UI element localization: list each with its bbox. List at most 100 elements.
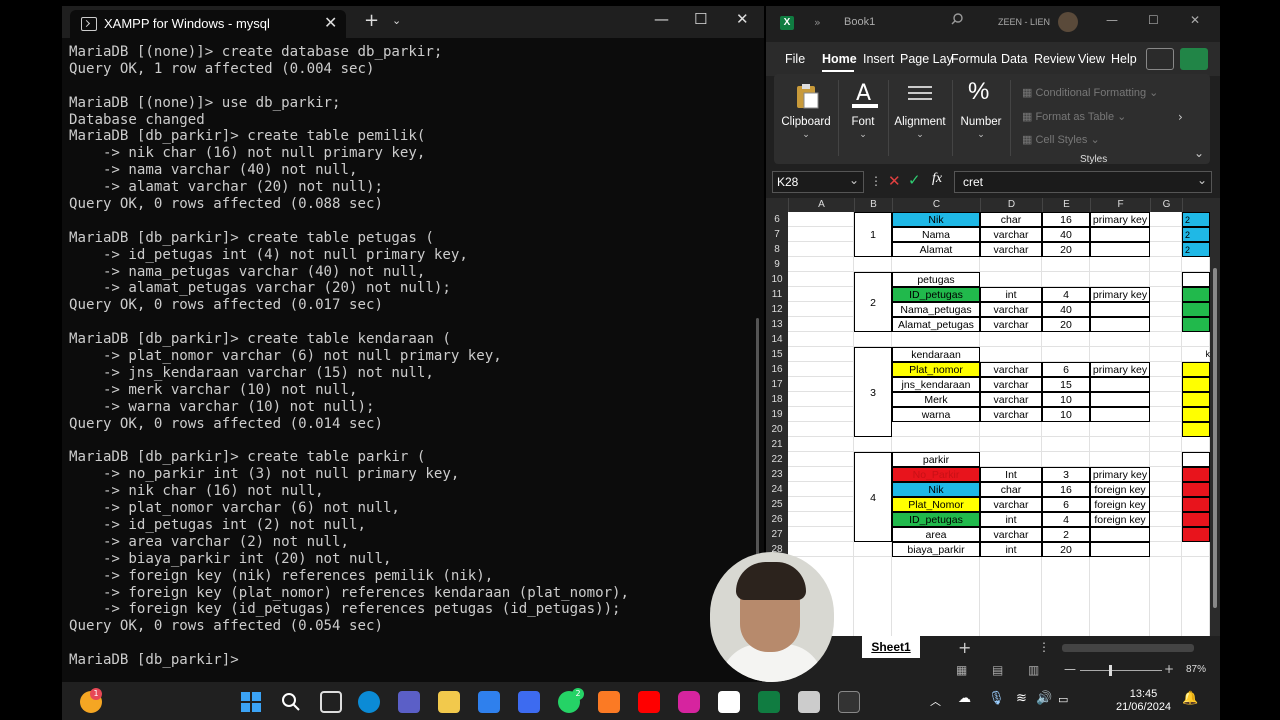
avatar[interactable] bbox=[1058, 12, 1078, 32]
partial-cell[interactable] bbox=[1182, 452, 1210, 467]
share-button[interactable] bbox=[1180, 48, 1208, 70]
close-tab-icon[interactable]: ✕ bbox=[324, 13, 337, 32]
partial-cell[interactable] bbox=[1182, 272, 1210, 287]
partial-cell[interactable] bbox=[1182, 302, 1210, 317]
zoom-in-button[interactable]: + bbox=[1164, 662, 1174, 676]
wifi-icon[interactable]: ≋ bbox=[1016, 691, 1027, 706]
partial-cell[interactable] bbox=[1182, 317, 1210, 332]
close-button[interactable]: ✕ bbox=[736, 10, 749, 28]
more-options-icon[interactable]: ⋮ bbox=[1038, 640, 1050, 654]
horizontal-scrollbar[interactable] bbox=[1062, 644, 1194, 652]
volume-icon[interactable]: 🔊 bbox=[1036, 691, 1052, 706]
row-header[interactable]: 17 bbox=[766, 377, 788, 392]
conditional-formatting-button[interactable]: ▦ Conditional Formatting ⌄ bbox=[1022, 86, 1158, 99]
table-cell[interactable]: Int bbox=[980, 467, 1042, 482]
column-header-c[interactable]: C bbox=[892, 198, 980, 212]
table-cell[interactable]: 15 bbox=[1042, 377, 1090, 392]
normal-view-icon[interactable]: ▦ bbox=[956, 663, 967, 677]
ribbon-scroll-right-icon[interactable]: › bbox=[1178, 110, 1183, 124]
table-cell[interactable] bbox=[1090, 227, 1150, 242]
table-cell[interactable]: int bbox=[980, 287, 1042, 302]
row-header[interactable]: 22 bbox=[766, 452, 788, 467]
partial-cell[interactable] bbox=[1182, 527, 1210, 542]
search-icon[interactable] bbox=[950, 12, 964, 26]
partial-cell[interactable] bbox=[1182, 467, 1210, 482]
table-cell[interactable]: 20 bbox=[1042, 542, 1090, 557]
terminal-tab[interactable]: XAMPP for Windows - mysql ✕ bbox=[70, 10, 346, 38]
column-header-b[interactable]: B bbox=[854, 198, 892, 212]
enter-icon[interactable]: ✓ bbox=[908, 171, 921, 189]
excel-icon[interactable] bbox=[758, 691, 780, 713]
maximize-button[interactable]: ☐ bbox=[694, 10, 707, 28]
table-cell[interactable]: varchar bbox=[980, 227, 1042, 242]
table-cell[interactable] bbox=[1090, 242, 1150, 257]
youtube-icon[interactable] bbox=[638, 691, 660, 713]
table-cell[interactable]: char bbox=[980, 212, 1042, 227]
table-cell[interactable]: primary key bbox=[1090, 362, 1150, 377]
terminal-icon[interactable] bbox=[838, 691, 860, 713]
partial-cell[interactable]: 2 bbox=[1182, 212, 1210, 227]
add-sheet-button[interactable]: + bbox=[958, 638, 971, 657]
row-header[interactable]: 16 bbox=[766, 362, 788, 377]
row-header[interactable]: 10 bbox=[766, 272, 788, 287]
column-header-f[interactable]: F bbox=[1090, 198, 1150, 212]
partial-cell[interactable] bbox=[1182, 392, 1210, 407]
row-header[interactable]: 18 bbox=[766, 392, 788, 407]
group-number[interactable]: 4 bbox=[854, 452, 892, 542]
table-cell[interactable] bbox=[1090, 317, 1150, 332]
table-cell[interactable]: Nik bbox=[892, 212, 980, 227]
row-header[interactable]: 23 bbox=[766, 467, 788, 482]
tab-help[interactable]: Help bbox=[1111, 52, 1137, 66]
start-icon[interactable] bbox=[240, 691, 262, 713]
clipboard-group[interactable]: Clipboard ⌄ bbox=[774, 74, 838, 164]
microphone-icon[interactable]: 🎙 bbox=[988, 691, 1005, 706]
partial-cell[interactable] bbox=[1182, 377, 1210, 392]
format-as-table-button[interactable]: ▦ Format as Table ⌄ bbox=[1022, 110, 1126, 123]
table-cell[interactable]: primary key bbox=[1090, 212, 1150, 227]
corner-select[interactable] bbox=[766, 198, 788, 212]
table-cell[interactable]: Nama bbox=[892, 227, 980, 242]
alignment-group[interactable]: Alignment ⌄ bbox=[890, 74, 950, 164]
column-header-e[interactable]: E bbox=[1042, 198, 1090, 212]
comments-button[interactable] bbox=[1146, 48, 1174, 70]
table-title[interactable]: parkir bbox=[892, 452, 980, 467]
edge-icon[interactable] bbox=[358, 691, 380, 713]
column-header-g[interactable]: G bbox=[1150, 198, 1182, 212]
table-cell[interactable]: Nama_petugas bbox=[892, 302, 980, 317]
column-header-h[interactable] bbox=[1182, 198, 1210, 212]
excel-window[interactable]: X » Book1 ZEEN - LIEN — ☐ ✕ File Home In… bbox=[766, 6, 1220, 682]
table-cell[interactable]: varchar bbox=[980, 497, 1042, 512]
row-header[interactable]: 25 bbox=[766, 497, 788, 512]
table-cell[interactable]: 10 bbox=[1042, 392, 1090, 407]
table-cell[interactable]: 2 bbox=[1042, 527, 1090, 542]
row-header[interactable]: 12 bbox=[766, 302, 788, 317]
tab-review[interactable]: Review bbox=[1034, 52, 1075, 66]
table-cell[interactable]: varchar bbox=[980, 392, 1042, 407]
row-header[interactable]: 14 bbox=[766, 332, 788, 347]
table-cell[interactable]: warna bbox=[892, 407, 980, 422]
row-header[interactable]: 24 bbox=[766, 482, 788, 497]
table-cell[interactable]: 3 bbox=[1042, 467, 1090, 482]
task-view-icon[interactable] bbox=[320, 691, 342, 713]
scroll-thumb[interactable] bbox=[1213, 268, 1217, 608]
tab-home[interactable]: Home bbox=[822, 52, 857, 66]
name-box[interactable]: K28 ⌄ bbox=[772, 171, 864, 193]
table-cell[interactable]: Merk bbox=[892, 392, 980, 407]
table-cell[interactable]: No_Parkir bbox=[892, 467, 980, 482]
teams-icon[interactable] bbox=[398, 691, 420, 713]
app-icon[interactable] bbox=[798, 691, 820, 713]
table-cell[interactable]: 4 bbox=[1042, 512, 1090, 527]
terminal-window[interactable]: XAMPP for Windows - mysql ✕ + ⌄ — ☐ ✕ Ma… bbox=[62, 6, 764, 682]
table-cell[interactable]: ID_petugas bbox=[892, 512, 980, 527]
battery-icon[interactable]: ▭ bbox=[1058, 693, 1068, 706]
collapse-ribbon-icon[interactable]: ⌄ bbox=[1194, 146, 1204, 160]
tradingview-icon[interactable] bbox=[718, 691, 740, 713]
row-header[interactable]: 26 bbox=[766, 512, 788, 527]
group-number[interactable]: 3 bbox=[854, 347, 892, 437]
table-cell[interactable]: varchar bbox=[980, 407, 1042, 422]
row-header[interactable]: 21 bbox=[766, 437, 788, 452]
zoom-slider-thumb[interactable] bbox=[1109, 665, 1112, 676]
partial-cell[interactable] bbox=[1182, 482, 1210, 497]
page-break-icon[interactable]: ▥ bbox=[1028, 663, 1039, 677]
cancel-icon[interactable]: ✕ bbox=[888, 172, 901, 190]
